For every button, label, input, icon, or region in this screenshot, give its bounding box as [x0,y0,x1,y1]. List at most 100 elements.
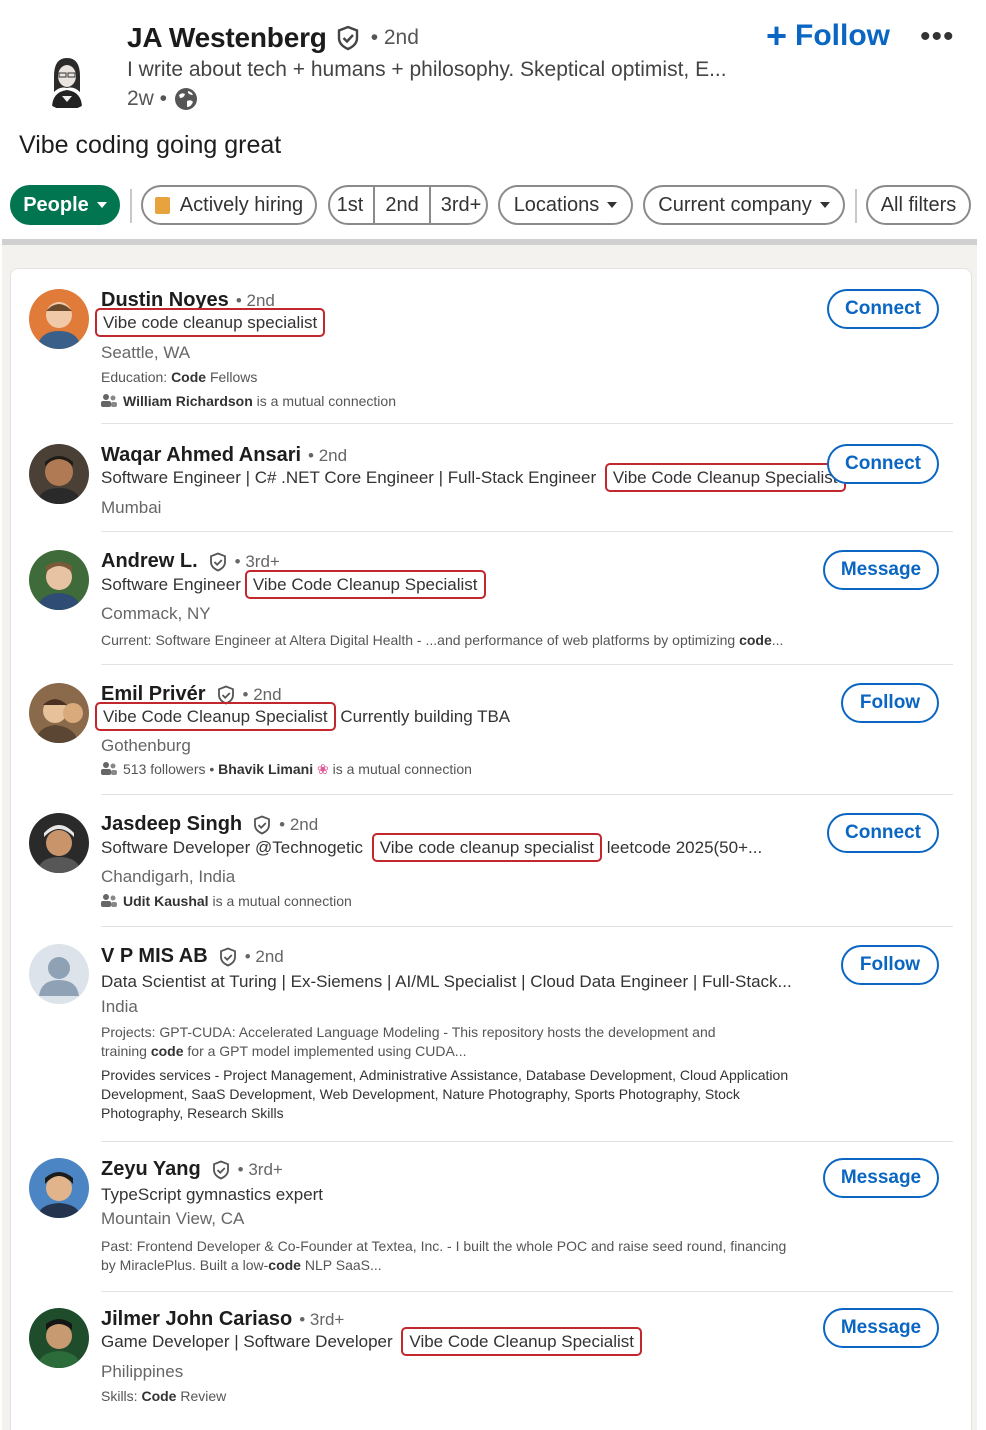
result-name[interactable]: Waqar Ahmed Ansari [101,444,301,467]
post-text: Vibe coding going great [19,131,282,159]
result-location: Chandigarh, India [101,867,236,886]
result-services-cont: Photography, Research Skills [101,1105,284,1121]
result-current-position: Current: Software Engineer at Altera Dig… [101,632,784,648]
result-degree: • 2nd [244,946,284,966]
result-headline: Software Engineer Vibe Code Cleanup Speci… [101,570,486,599]
follow-label: Follow [795,19,891,52]
plus-icon: + [766,15,788,56]
result-degree: • 2nd [308,445,348,465]
result-degree: • 3rd+ [234,551,280,571]
result-services: Provides services - Project Management, … [101,1067,789,1083]
result-row: Waqar Ahmed Ansari • 2nd Software Engine… [11,424,971,532]
highlight-box: Vibe Code Cleanup Specialist [244,570,486,599]
connect-button[interactable]: Connect [827,289,939,329]
result-row: Dustin Noyes • 2nd Vibe code cleanup spe… [11,269,971,424]
result-row: Jasdeep Singh • 2nd Software Developer @… [11,795,971,927]
result-headline: Data Scientist at Turing | Ex-Siemens | … [101,972,792,991]
result-location: Mountain View, CA [101,1209,245,1228]
result-name[interactable]: Andrew L. [101,550,198,573]
result-location: Mumbai [101,498,162,517]
more-options-icon[interactable]: ••• [920,20,955,54]
message-button[interactable]: Message [823,1158,939,1198]
people-icon [101,762,117,775]
filter-degree-group: 1st 2nd 3rd+ [328,185,488,225]
filter-2nd[interactable]: 2nd [373,187,428,223]
verified-icon [254,815,271,834]
result-headline: Game Developer | Software Developer Vibe… [101,1327,643,1356]
filter-actively-hiring[interactable]: Actively hiring [141,185,317,225]
result-projects: Projects: GPT-CUDA: Accelerated Language… [101,1024,716,1040]
avatar[interactable] [29,813,89,873]
result-name[interactable]: Jasdeep Singh [101,813,242,836]
author-degree: • 2nd [370,26,419,49]
message-button[interactable]: Message [823,550,939,590]
avatar[interactable] [29,1158,89,1218]
result-location: India [101,997,138,1016]
result-location: Commack, NY [101,604,211,623]
filter-locations[interactable]: Locations [498,185,633,225]
filter-people[interactable]: People [10,185,120,225]
people-icon [101,394,117,407]
verified-icon [219,947,236,966]
result-location: Gothenburg [101,736,191,755]
avatar[interactable] [29,550,89,610]
result-skills: Skills: Code Review [101,1388,227,1404]
result-name[interactable]: Jilmer John Cariaso [101,1308,292,1331]
follow-button[interactable]: Follow [841,683,939,723]
result-past-position-cont: by MiraclePlus. Built a low-code NLP Saa… [101,1257,382,1273]
caret-down-icon [819,202,830,208]
result-row: Jilmer John Cariaso • 3rd+ Game Develope… [11,1292,971,1430]
avatar-placeholder[interactable] [29,944,89,1004]
follow-author-button[interactable]: + Follow [766,18,890,54]
highlight-box: Vibe Code Cleanup Specialist [604,463,846,492]
post-time: 2w • [127,87,168,110]
avatar[interactable] [29,683,89,743]
result-name[interactable]: Zeyu Yang [101,1158,201,1181]
caret-down-icon [96,202,107,208]
verified-icon [337,25,358,51]
people-icon [101,894,117,907]
filter-1st[interactable]: 1st [325,187,374,223]
result-row: V P MIS AB • 2nd Data Scientist at Turin… [11,927,971,1142]
result-headline: TypeScript gymnastics expert [101,1185,324,1204]
post-header: JA Westenberg • 2nd I write about tech +… [0,0,986,125]
filter-current-company[interactable]: Current company [643,185,845,225]
connect-button[interactable]: Connect [827,813,939,853]
avatar[interactable] [29,1308,89,1368]
hiring-badge-icon [154,196,170,214]
result-headline: Software Developer @Technogetic Vibe cod… [101,833,762,862]
highlight-box: Vibe code cleanup specialist [371,833,602,862]
result-past-position: Past: Frontend Developer & Co-Founder at… [101,1238,787,1254]
avatar[interactable] [29,444,89,504]
author-avatar[interactable] [38,52,96,110]
post-meta: 2w • [127,86,199,112]
result-row: Andrew L. • 3rd+ Software Engineer Vibe C… [11,532,971,665]
result-headline: Software Engineer | C# .NET Core Enginee… [101,463,846,492]
result-degree: • 3rd+ [299,1309,345,1329]
filter-3rd[interactable]: 3rd+ [428,187,492,223]
result-name[interactable]: V P MIS AB [101,945,208,968]
result-headline: Vibe Code Cleanup Specialist Currently b… [91,702,510,731]
result-services-cont: Development, SaaS Development, Web Devel… [101,1086,740,1102]
message-button[interactable]: Message [823,1308,939,1348]
result-degree: • 3rd+ [237,1159,283,1179]
result-education: Education: Code Fellows [101,369,258,385]
highlight-box: Vibe code cleanup specialist [95,308,326,337]
result-row: Zeyu Yang • 3rd+ TypeScript gymnastics e… [11,1142,971,1292]
result-degree: • 2nd [279,814,319,834]
avatar[interactable] [29,289,89,349]
connect-button[interactable]: Connect [827,444,939,484]
filter-all-filters[interactable]: All filters [866,185,971,225]
author-name[interactable]: JA Westenberg [127,22,327,54]
follow-button[interactable]: Follow [841,945,939,985]
mutual-connection: Udit Kaushal is a mutual connection [101,893,352,909]
search-filter-bar: People Actively hiring 1st 2nd 3rd+ Loca… [0,185,986,231]
result-headline: Vibe code cleanup specialist [91,308,326,337]
result-projects-cont: training code for a GPT model implemente… [101,1043,467,1059]
verified-icon [212,1160,229,1179]
result-row: Emil Privér • 2nd Vibe Code Cleanup Spec… [11,665,971,795]
highlight-box: Vibe Code Cleanup Specialist [95,702,336,731]
flower-emoji-icon: ❀ [316,761,329,777]
highlight-box: Vibe Code Cleanup Specialist [401,1327,643,1356]
search-results-list: Dustin Noyes • 2nd Vibe code cleanup spe… [10,268,972,1430]
